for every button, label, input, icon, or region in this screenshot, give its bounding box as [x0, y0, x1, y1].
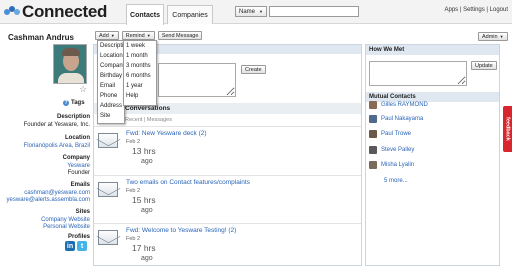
- envelope-icon: [98, 133, 118, 148]
- profiles-label: Profiles: [67, 234, 90, 240]
- conversation-item[interactable]: Fwd: New Yesware deck (2) Feb 2 13 hrs a…: [94, 126, 361, 172]
- add-menu-item[interactable]: Company: [98, 61, 126, 71]
- emails-label: Emails: [70, 182, 90, 188]
- conversation-date: Feb 2: [126, 139, 141, 145]
- twitter-icon[interactable]: t: [77, 241, 87, 251]
- title-value: Founder: [67, 170, 90, 176]
- tab-companies[interactable]: Companies: [167, 5, 213, 24]
- conversation-age: 17 hrs: [132, 243, 156, 253]
- avatar: [369, 130, 377, 138]
- conversation-subject[interactable]: Two emails on Contact features/complaint…: [126, 179, 250, 186]
- tab-contacts[interactable]: Contacts: [126, 4, 164, 25]
- remind-menu-item[interactable]: 1 week: [124, 41, 156, 51]
- how-we-met-input[interactable]: [369, 61, 467, 86]
- people-icon: [4, 5, 20, 19]
- more-contacts-link[interactable]: 5 more...: [384, 178, 408, 184]
- conversation-age-suffix: ago: [141, 158, 153, 165]
- remind-menu-item[interactable]: 1 month: [124, 51, 156, 61]
- feedback-tab[interactable]: feedback: [503, 106, 512, 152]
- help-icon: ?: [63, 100, 69, 106]
- send-message-button[interactable]: Send Message: [157, 31, 203, 40]
- company-value[interactable]: Yesware: [67, 163, 90, 169]
- remind-menu-item[interactable]: Help: [124, 91, 156, 101]
- remind-menu-item[interactable]: 6 months: [124, 71, 156, 81]
- add-menu-item[interactable]: Email: [98, 81, 124, 91]
- avatar: [369, 161, 377, 169]
- header-bar: Connected Contacts Companies Name ▼ Apps …: [0, 0, 512, 25]
- avatar: [369, 101, 377, 109]
- linkedin-icon[interactable]: in: [65, 241, 75, 251]
- mutual-contact[interactable]: Paul Trowe: [369, 129, 411, 139]
- company-label: Company: [62, 155, 90, 161]
- add-menu-item[interactable]: Site: [98, 111, 124, 121]
- conversation-item[interactable]: Two emails on Contact features/complaint…: [94, 175, 361, 221]
- location-value[interactable]: Florianópolis Area, Brazil: [24, 143, 90, 149]
- tags-row[interactable]: ? Tags: [63, 100, 85, 106]
- conversation-age-suffix: ago: [141, 207, 153, 214]
- how-we-met-header: How We Met: [366, 45, 499, 55]
- mutual-contact[interactable]: Gilles RAYMOND: [369, 100, 428, 110]
- remind-menu-item[interactable]: 3 months: [124, 61, 156, 71]
- note-input[interactable]: [158, 63, 236, 97]
- update-button[interactable]: Update: [471, 61, 497, 70]
- add-menu-item[interactable]: Description: [98, 41, 130, 51]
- conversation-subject[interactable]: Fwd: New Yesware deck (2): [126, 130, 207, 137]
- avatar: [369, 115, 377, 123]
- star-icon[interactable]: ☆: [79, 84, 87, 95]
- description-value: Founder at Yesware, Inc.: [23, 122, 90, 128]
- location-label: Location: [65, 135, 90, 141]
- conversation-age: 13 hrs: [132, 146, 156, 156]
- mutual-contact[interactable]: Steve Palley: [369, 145, 414, 155]
- remind-menu: 1 week 1 month 3 months 6 months 1 year …: [123, 40, 157, 106]
- conversations-filter[interactable]: Recent | Messages: [125, 117, 172, 123]
- app-logo[interactable]: Connected: [4, 2, 107, 22]
- site-link[interactable]: Company Website: [41, 217, 90, 223]
- description-label: Description: [56, 114, 90, 120]
- contact-avatar: [53, 44, 87, 84]
- search-input[interactable]: [269, 6, 359, 17]
- search-field-select[interactable]: Name ▼: [235, 6, 267, 17]
- add-button[interactable]: Add ▼: [95, 31, 119, 40]
- conversation-age: 15 hrs: [132, 195, 156, 205]
- admin-button[interactable]: Admin ▼: [478, 32, 508, 41]
- email-link[interactable]: cashman@yesware.com: [24, 190, 90, 196]
- remind-button[interactable]: Remind ▼: [121, 31, 155, 40]
- create-button[interactable]: Create: [241, 65, 266, 74]
- add-menu-item[interactable]: Phone: [98, 91, 124, 101]
- mutual-contact[interactable]: Misha Lyalin: [369, 160, 414, 170]
- top-links[interactable]: Apps | Settings | Logout: [445, 7, 509, 13]
- site-link[interactable]: Personal Website: [43, 224, 90, 230]
- app-title: Connected: [22, 2, 108, 21]
- conversation-subject[interactable]: Fwd: Welcome to Yesware Testing! (2): [126, 227, 236, 234]
- avatar: [369, 146, 377, 154]
- conversation-date: Feb 2: [126, 188, 141, 194]
- email-link[interactable]: yesware@alerts.assembla.com: [7, 197, 90, 203]
- contact-name: Cashman Andrus: [8, 33, 74, 42]
- add-menu-item[interactable]: Location: [98, 51, 124, 61]
- envelope-icon: [98, 230, 118, 245]
- conversation-date: Feb 2: [126, 236, 141, 242]
- conversation-age-suffix: ago: [141, 255, 153, 262]
- remind-menu-item[interactable]: 1 year: [124, 81, 156, 91]
- add-menu: Description Location Company Birthday Em…: [97, 40, 130, 124]
- mutual-contact[interactable]: Paul Nakayama: [369, 114, 423, 124]
- add-menu-item[interactable]: Address: [98, 101, 124, 111]
- conversation-item[interactable]: Fwd: Welcome to Yesware Testing! (2) Feb…: [94, 223, 361, 266]
- envelope-icon: [98, 182, 118, 197]
- add-menu-item[interactable]: Birthday: [98, 71, 124, 81]
- sites-label: Sites: [75, 209, 90, 215]
